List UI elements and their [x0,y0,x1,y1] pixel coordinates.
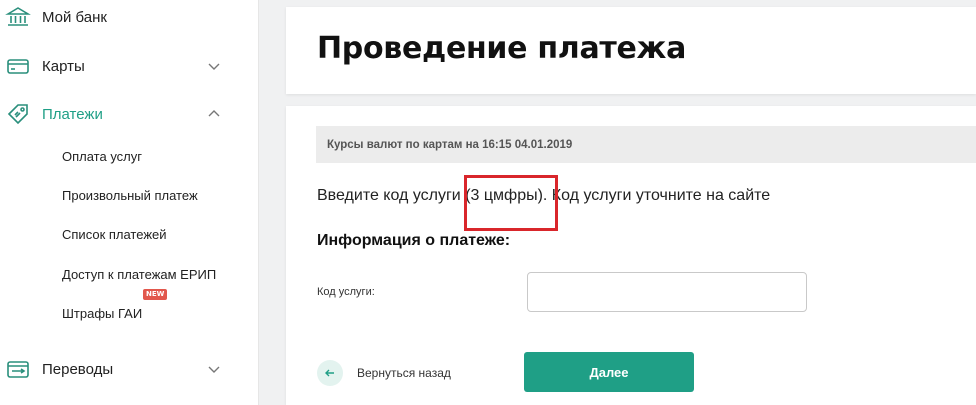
service-code-label: Код услуги: [317,286,375,298]
sidebar-item-my-bank[interactable]: Мой банк [0,0,258,37]
tag-icon [5,101,31,127]
payment-info-heading: Информация о платеже: [317,232,511,249]
page-header: Проведение платежа [286,7,976,94]
next-button[interactable]: Далее [524,352,694,392]
page-title: Проведение платежа [317,31,687,66]
payment-form-card: Курсы валют по картам на 16:15 04.01.201… [286,106,976,405]
arrow-left-icon[interactable] [317,360,343,386]
currency-rates-bar[interactable]: Курсы валют по картам на 16:15 04.01.201… [316,126,976,163]
card-icon [5,53,31,79]
sidebar-subitem-custom-payment[interactable]: Произвольный платеж [62,188,198,203]
sidebar-subitem-payment-list[interactable]: Список платежей [62,227,167,242]
service-code-input[interactable] [527,272,807,312]
sidebar-item-transfers[interactable]: Переводы [0,349,258,389]
sidebar-item-label: Мой банк [42,8,107,26]
bank-icon [5,4,31,30]
sidebar-item-label: Платежи [42,105,103,123]
sidebar: Мой банк Карты Платежи Оплата услуг Прои… [0,0,259,405]
new-badge: NEW [143,289,168,300]
highlight-annotation-box [464,175,558,231]
chevron-up-icon[interactable] [206,106,222,122]
back-label: Вернуться назад [357,366,451,380]
sidebar-subitem-erip-access[interactable]: Доступ к платежам ЕРИП [62,267,216,282]
sidebar-item-label: Переводы [42,360,114,378]
currency-rates-text: Курсы валют по картам на 16:15 04.01.201… [327,138,573,151]
sidebar-subitem-traffic-fines[interactable]: Штрафы ГАИ [62,306,142,321]
chevron-down-icon[interactable] [206,361,222,377]
sidebar-item-cards[interactable]: Карты [0,46,258,86]
chevron-down-icon[interactable] [206,58,222,74]
sidebar-subitem-pay-services[interactable]: Оплата услуг [62,149,142,164]
sidebar-item-label: Карты [42,57,85,75]
back-link[interactable]: Вернуться назад [317,360,451,386]
transfer-icon [5,356,31,382]
sidebar-item-payments[interactable]: Платежи [0,94,258,134]
